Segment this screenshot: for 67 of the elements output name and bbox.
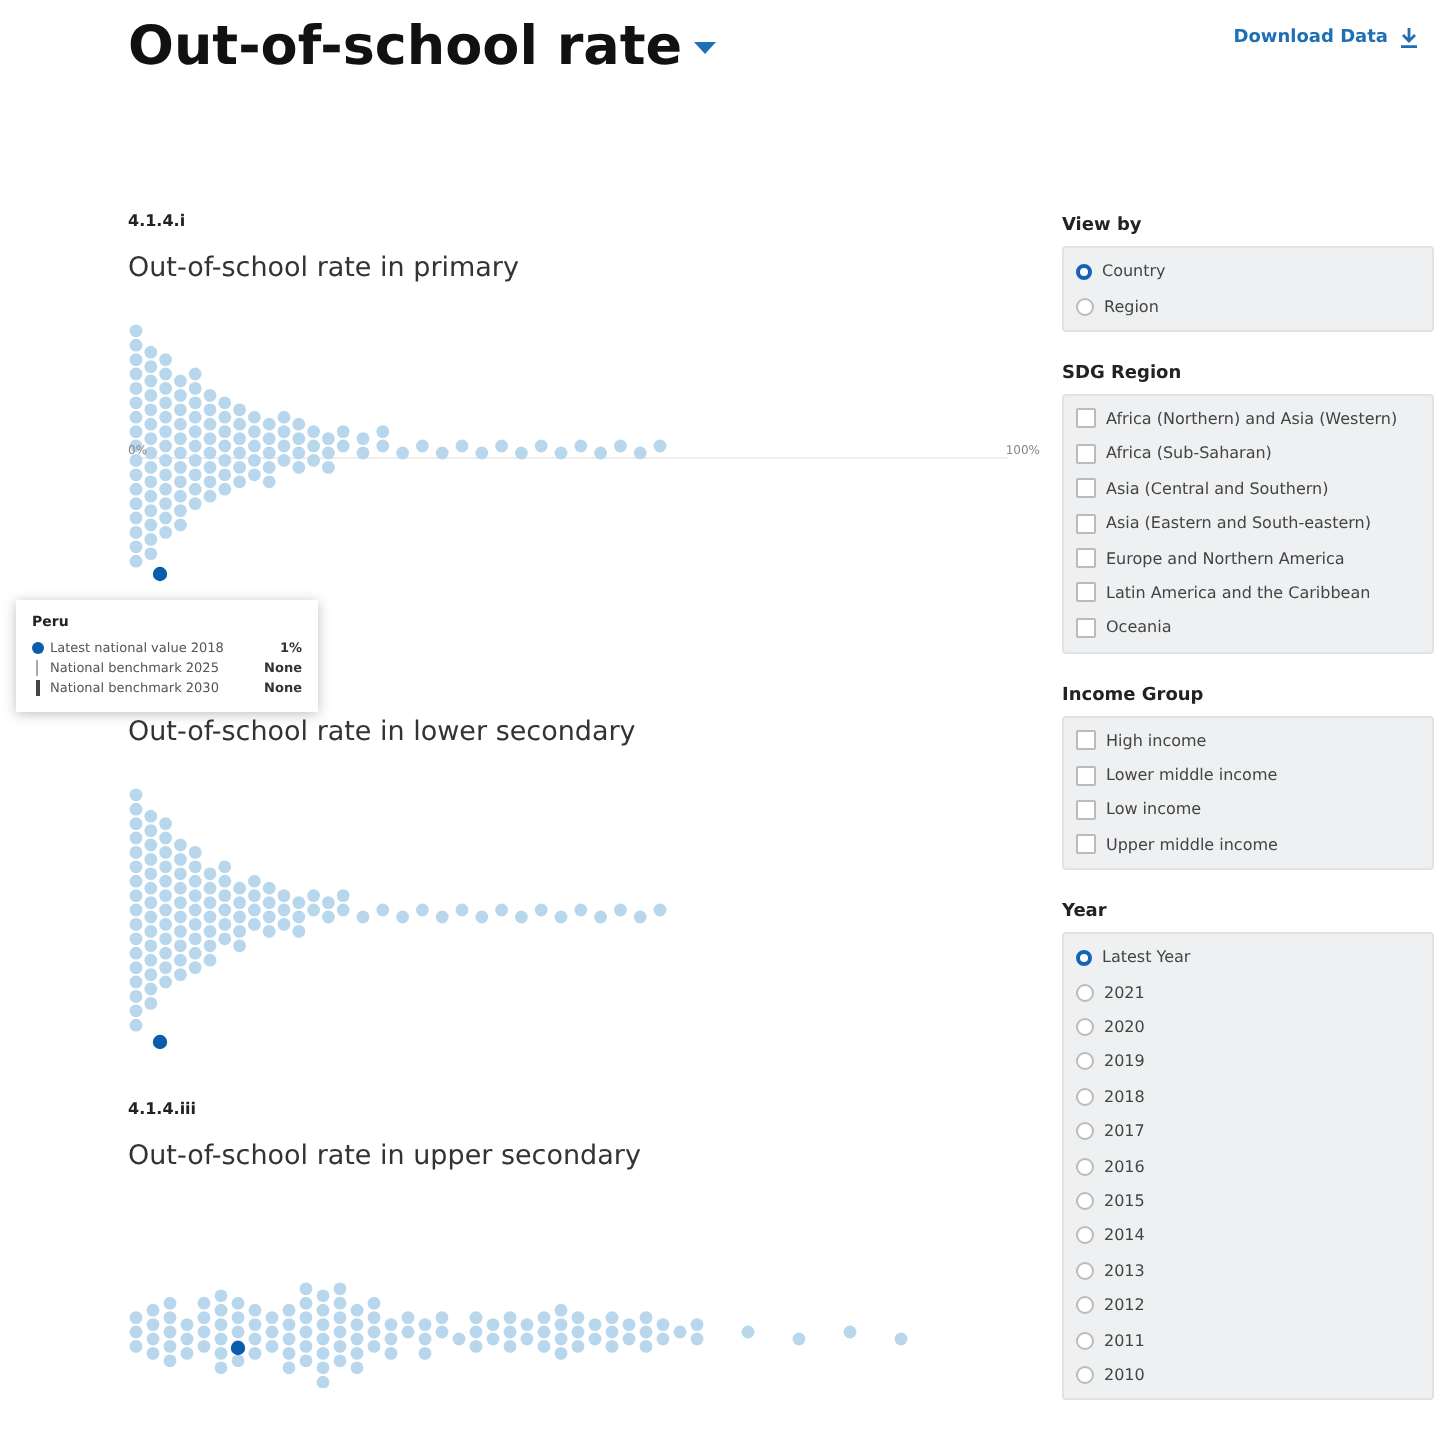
radio-button[interactable] [1076,1365,1094,1384]
checkbox-option[interactable]: Europe and Northern America [1064,540,1432,576]
radio-button[interactable] [1076,1261,1094,1280]
radio-option[interactable]: 2020 [1064,1009,1432,1045]
chart-title: Out-of-school rate in primary [128,252,521,284]
checkbox-option[interactable]: Asia (Eastern and South-eastern) [1064,505,1432,541]
radio-button[interactable] [1076,1296,1094,1315]
radio-option[interactable]: Region [1064,288,1432,324]
checkbox-option[interactable]: Upper middle income [1064,827,1432,863]
radio-option[interactable]: 2014 [1064,1218,1432,1254]
radio-option[interactable]: 2011 [1064,1322,1432,1358]
checkbox[interactable] [1076,478,1096,499]
indicator-code: 4.1.4.iii [128,1100,199,1122]
checkbox-option[interactable]: Lower middle income [1064,757,1432,793]
radio-option[interactable]: 2012 [1064,1287,1432,1323]
filter-heading: SDG Region [1062,363,1184,384]
radio-option[interactable]: 2021 [1064,974,1432,1010]
radio-button[interactable] [1076,1331,1094,1350]
chart-title: Out-of-school rate in lower secondary [128,716,638,748]
checkbox[interactable] [1076,834,1096,855]
checkbox[interactable] [1076,799,1096,820]
radio-button[interactable] [1076,263,1092,280]
checkbox-option[interactable]: Africa (Northern) and Asia (Western) [1064,401,1432,437]
radio-option[interactable]: 2010 [1064,1357,1432,1393]
thin-line-icon [36,660,38,676]
filter-heading: Income Group [1062,685,1206,706]
radio-button[interactable] [1076,949,1092,966]
checkbox-option[interactable]: Asia (Central and Southern) [1064,471,1432,506]
radio-option[interactable]: 2013 [1064,1253,1432,1288]
radio-option[interactable]: 2017 [1064,1114,1432,1149]
checkbox-option[interactable]: High income [1064,723,1432,758]
indicator-code: 4.1.4.i [128,212,188,234]
download-link[interactable]: Download Data [1233,28,1418,48]
radio-button[interactable] [1076,1226,1094,1245]
checkbox-option[interactable]: Latin America and the Caribbean [1064,575,1432,611]
page-title: Out-of-school rate [128,16,717,78]
download-icon [1400,28,1418,48]
checkbox[interactable] [1076,513,1096,534]
dot-icon [32,642,44,654]
checkbox[interactable] [1076,765,1096,786]
chart-title: Out-of-school rate in upper secondary [128,1140,643,1172]
caret-icon[interactable] [694,41,717,53]
radio-button[interactable] [1076,1192,1094,1210]
checkbox[interactable] [1076,443,1096,464]
checkbox[interactable] [1076,730,1096,751]
radio-button[interactable] [1076,1052,1094,1071]
radio-option[interactable]: Latest Year [1064,940,1432,975]
radio-button[interactable] [1076,983,1094,1002]
checkbox[interactable] [1076,582,1096,603]
radio-option[interactable]: 2016 [1064,1148,1432,1184]
filter-heading: Year [1062,902,1109,923]
checkbox-option[interactable]: Low income [1064,792,1432,828]
radio-button[interactable] [1076,1122,1094,1141]
radio-option[interactable]: Country [1064,254,1432,289]
checkbox[interactable] [1076,548,1096,569]
checkbox-option[interactable]: Oceania [1064,610,1432,646]
radio-button[interactable] [1076,1087,1094,1106]
filter-heading: View by [1062,216,1144,236]
radio-button[interactable] [1076,1018,1094,1037]
checkbox-option[interactable]: Africa (Sub-Saharan) [1064,436,1432,472]
checkbox[interactable] [1076,408,1096,429]
checkbox[interactable] [1076,617,1096,638]
radio-option[interactable]: 2019 [1064,1044,1432,1080]
radio-button[interactable] [1076,297,1094,316]
radio-option[interactable]: 2015 [1064,1183,1432,1219]
radio-option[interactable]: 2018 [1064,1079,1432,1115]
radio-button[interactable] [1076,1157,1094,1176]
